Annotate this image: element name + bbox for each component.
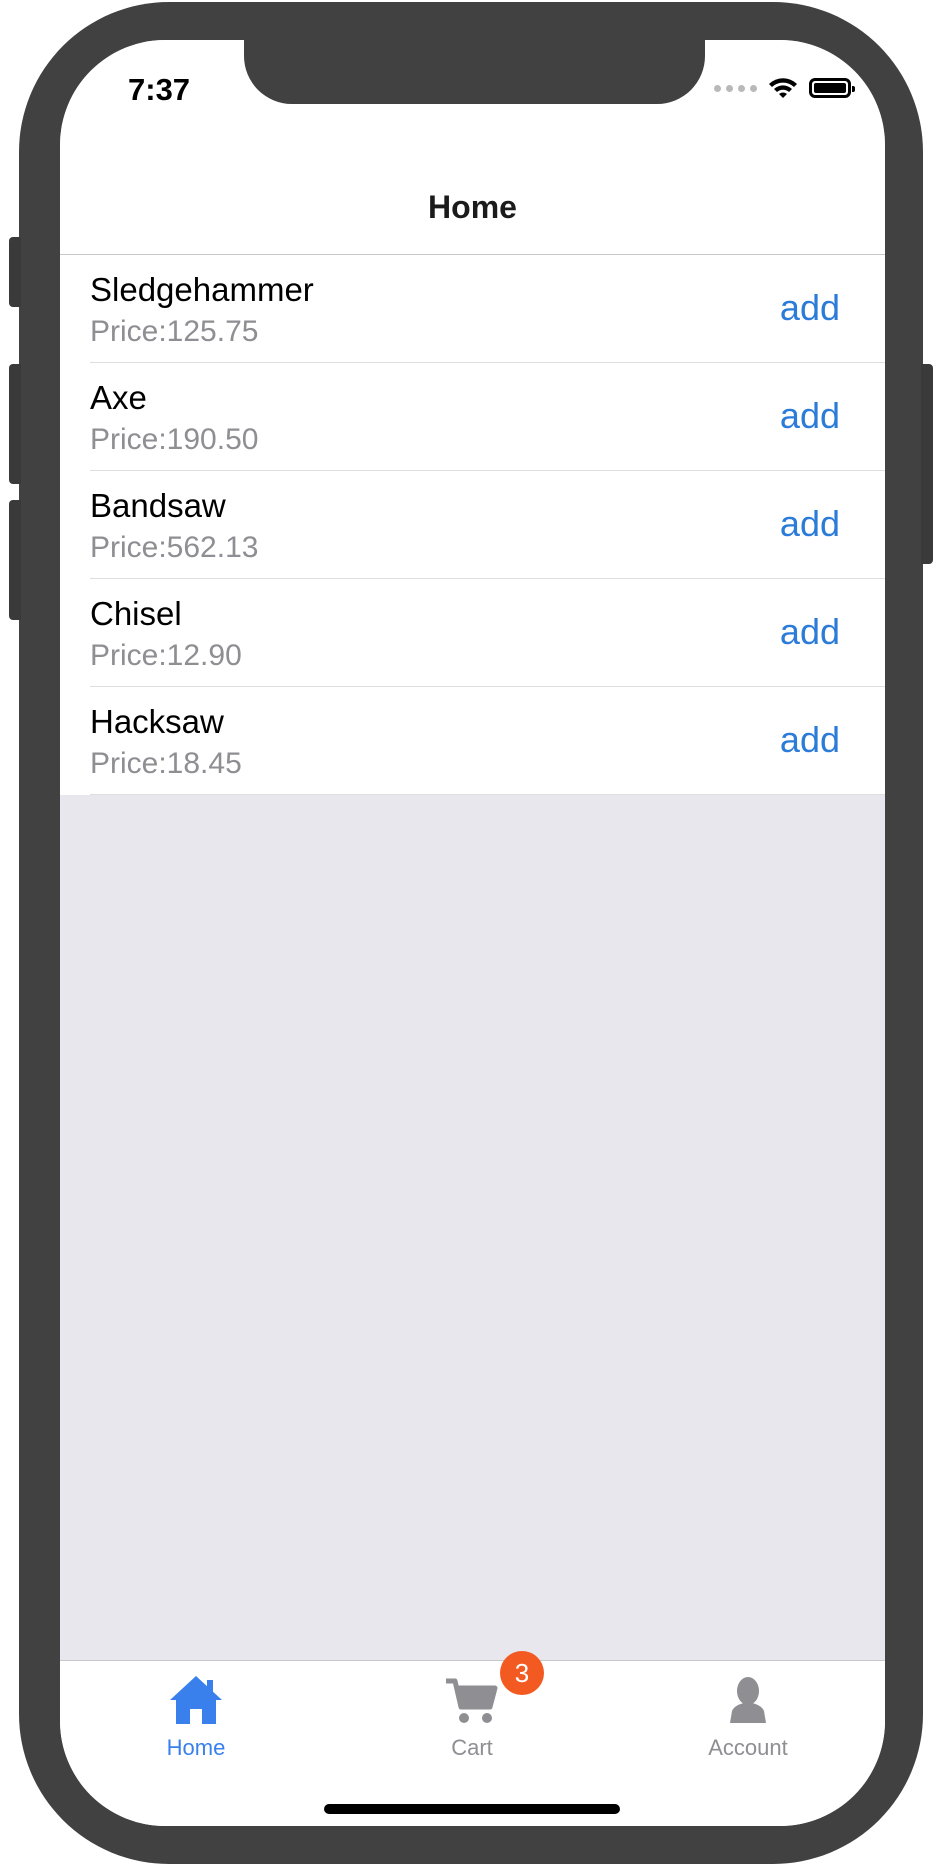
product-row: Hacksaw Price:18.45 add — [60, 687, 885, 795]
product-price: Price:125.75 — [90, 315, 259, 348]
tab-account[interactable]: Account — [648, 1661, 848, 1771]
power-button — [921, 364, 933, 564]
tab-home[interactable]: Home — [96, 1661, 296, 1771]
cart-badge: 3 — [500, 1651, 544, 1695]
product-name: Bandsaw — [90, 487, 226, 524]
tab-label: Cart — [451, 1735, 493, 1760]
cart-icon — [446, 1678, 498, 1723]
product-name: Axe — [90, 379, 147, 416]
screen: 7:37 Home Sledgehammer Price:125.75 add … — [60, 40, 885, 1826]
product-row: Chisel Price:12.90 add — [60, 579, 885, 687]
home-icon — [170, 1676, 222, 1724]
tab-bar: Home 3 Cart Account — [60, 1651, 885, 1826]
product-row: Bandsaw Price:562.13 add — [60, 471, 885, 579]
add-button[interactable]: add — [780, 503, 840, 545]
product-list: Sledgehammer Price:125.75 add Axe Price:… — [60, 255, 885, 795]
product-price: Price:18.45 — [90, 747, 242, 780]
wifi-icon — [769, 78, 797, 98]
product-price: Price:562.13 — [90, 531, 259, 564]
home-indicator[interactable] — [324, 1804, 620, 1814]
add-button[interactable]: add — [780, 719, 840, 761]
tab-label: Home — [166, 1735, 226, 1760]
volume-down-button — [9, 500, 21, 620]
add-button[interactable]: add — [780, 287, 840, 329]
page-title: Home — [428, 189, 517, 225]
product-price: Price:190.50 — [90, 423, 259, 456]
device-notch — [244, 40, 705, 104]
add-button[interactable]: add — [780, 395, 840, 437]
silent-switch — [9, 237, 21, 307]
product-name: Sledgehammer — [90, 271, 314, 308]
tab-label: Account — [708, 1735, 788, 1760]
volume-up-button — [9, 364, 21, 484]
product-row: Axe Price:190.50 add — [60, 363, 885, 471]
status-time: 7:37 — [128, 72, 191, 107]
cellular-signal-icon — [714, 84, 757, 92]
battery-icon — [809, 78, 855, 98]
status-icons — [714, 76, 855, 100]
product-name: Hacksaw — [90, 703, 224, 740]
navigation-bar: Home — [60, 145, 885, 255]
tab-cart[interactable]: 3 Cart — [372, 1651, 572, 1771]
product-row: Sledgehammer Price:125.75 add — [60, 255, 885, 363]
product-name: Chisel — [90, 595, 182, 632]
account-icon — [730, 1677, 766, 1723]
add-button[interactable]: add — [780, 611, 840, 653]
product-price: Price:12.90 — [90, 639, 242, 672]
